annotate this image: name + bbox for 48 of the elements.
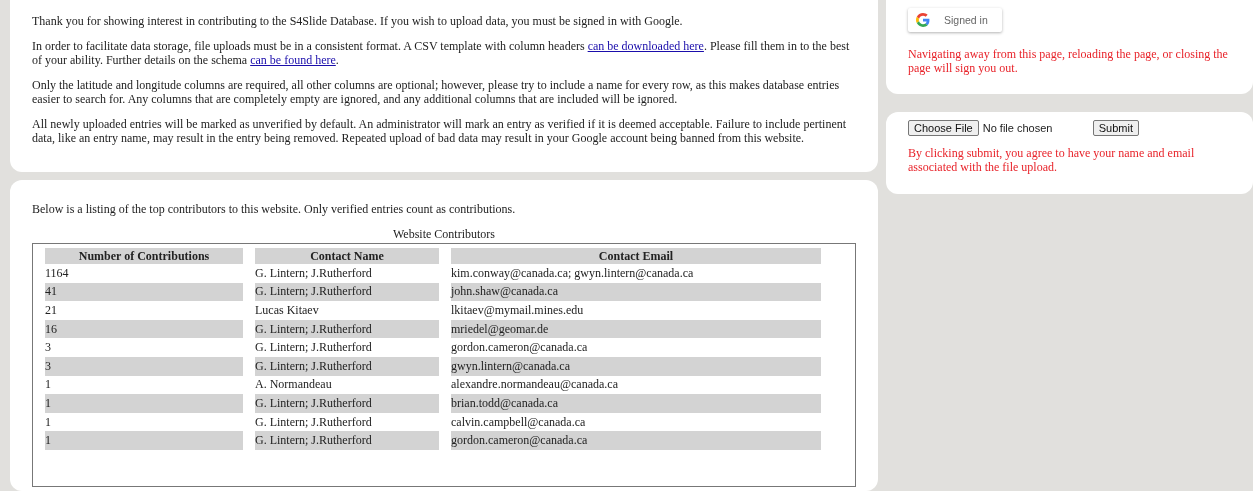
table-cell: G. Lintern; J.Rutherford	[255, 319, 439, 339]
google-g-icon	[916, 13, 930, 27]
column-header: Contact Email	[451, 248, 821, 264]
table-cell-text: gordon.cameron@canada.ca	[451, 339, 589, 357]
table-cell-text: G. Lintern; J.Rutherford	[255, 339, 373, 357]
paragraph: Thank you for showing interest in contributing to the S4Slide Database. If you wish to upload data, you must be signed in with Google.	[32, 14, 684, 28]
table-cell-text: Lucas Kitaev	[255, 302, 320, 319]
table-cell: 1	[45, 394, 243, 413]
table-cell-text: alexandre.normandeau@canada.ca	[451, 376, 619, 394]
table-cell: G. Lintern; J.Rutherford	[255, 394, 439, 413]
choose-file-button[interactable]: Choose File	[908, 120, 979, 136]
link[interactable]: can be downloaded here	[587, 39, 704, 53]
table-cell: brian.todd@canada.ca	[451, 394, 821, 413]
table-cell-text: 1	[45, 376, 52, 394]
table-cell-text: kim.conway@canada.ca; gwyn.lintern@canada.ca	[451, 264, 695, 282]
table-cell: gordon.cameron@canada.ca	[451, 431, 821, 450]
table-cell-text: G. Lintern; J.Rutherford	[255, 413, 373, 431]
table-cell: G. Lintern; J.Rutherford	[255, 356, 439, 376]
link[interactable]: can be found here	[250, 53, 336, 67]
column-header: Number of Contributions	[45, 248, 243, 264]
table-cell-text: 1	[45, 413, 52, 431]
table-cell-text: calvin.campbell@canada.ca	[451, 413, 587, 431]
paragraph: In order to facilitate data storage, file uploads must be in a consistent format. A CSV template with column headers can be downloaded here. Please fill them in to the best of your ability. Further details on the schema can be found here.	[32, 39, 851, 67]
file-status: No file chosen	[982, 122, 1054, 134]
table-cell: gwyn.lintern@canada.ca	[451, 356, 821, 376]
google-sign-in-button[interactable]: Signed in	[908, 8, 1002, 32]
table-cell-text: 3	[45, 339, 52, 357]
upload-notice: By clicking submit, you agree to have your name and email associated with the file upload.	[908, 146, 1196, 174]
table-cell: 16	[45, 319, 243, 339]
table-cell: G. Lintern; J.Rutherford	[255, 431, 439, 450]
table-cell-text: A. Normandeau	[255, 376, 333, 394]
submit-button[interactable]: Submit	[1092, 120, 1139, 136]
table-cell-text: 1164	[45, 264, 70, 282]
sign-out-warning: Navigating away from this page, reloading the page, or closing the page will sign you out.	[908, 47, 1229, 75]
table-cell: G. Lintern; J.Rutherford	[255, 282, 439, 302]
table-cell: mriedel@geomar.de	[451, 319, 821, 339]
paragraph: Only the latitude and longitude columns are required, all other columns are optional; however, please try to include a name for every row, as this makes database entries easier to search for. Any columns that are completely empty are ignored, and any additional columns that are included will be ignored.	[32, 78, 841, 106]
table-caption: Website Contributors	[392, 227, 496, 242]
table-cell: 3	[45, 356, 243, 376]
paragraph: All newly uploaded entries will be marked as unverified by default. An administrator will mark an entry as verified if it is deemed acceptable. Failure to include pertinent data, like an entry name, may result in the entry being removed. Repeated upload of bad data may result in your Google account being banned from this website.	[32, 117, 848, 145]
table-cell-text: 21	[45, 302, 58, 319]
table-cell: john.shaw@canada.ca	[451, 282, 821, 302]
table-cell: 41	[45, 282, 243, 302]
table-cell-text: G. Lintern; J.Rutherford	[255, 264, 373, 282]
column-header: Contact Name	[255, 248, 439, 264]
table-cell-text: lkitaev@mymail.mines.edu	[451, 302, 585, 319]
description-text: Below is a listing of the top contributors to this website. Only verified entries count as contributions.	[32, 202, 517, 217]
table-cell: 1	[45, 431, 243, 450]
